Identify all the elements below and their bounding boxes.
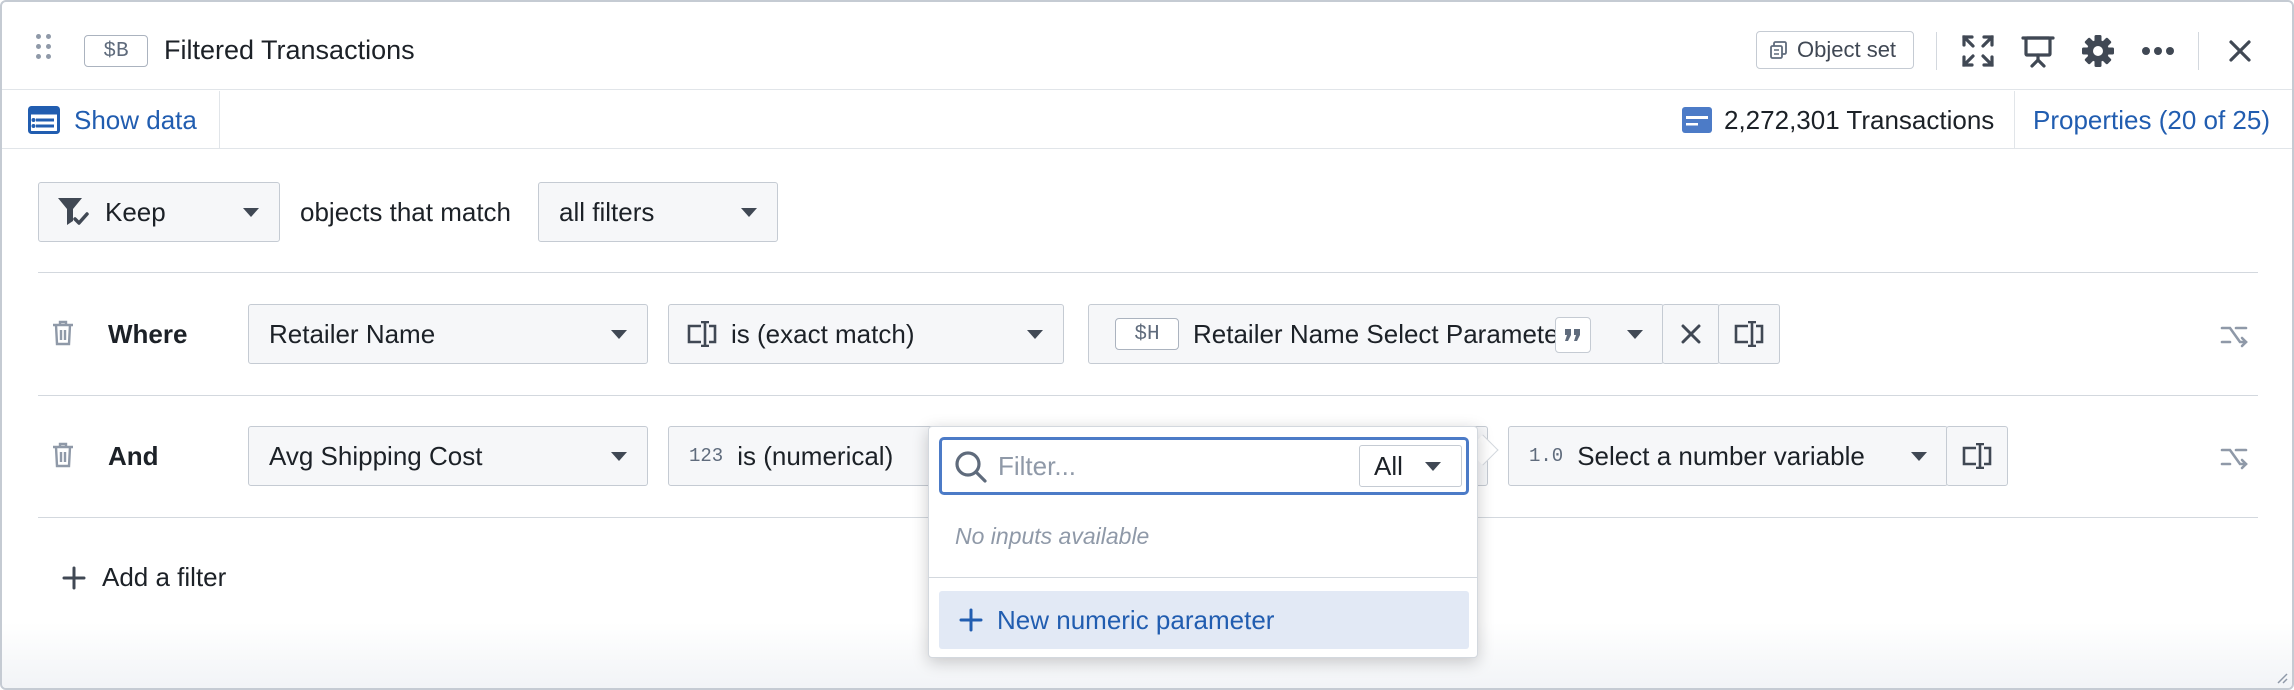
widget-header: $B Filtered Transactions Object set	[2, 2, 2292, 90]
object-set-label: Object set	[1797, 37, 1897, 62]
match-text: objects that match	[300, 197, 511, 227]
property-label: Retailer Name	[269, 318, 436, 349]
chevron-down-icon	[611, 330, 627, 339]
switch-to-text-input-button[interactable]	[1718, 304, 1780, 364]
number-variable-dropdown[interactable]: 1.0 Select a number variable	[1508, 426, 1948, 486]
resize-handle-icon[interactable]	[2276, 672, 2288, 684]
empty-state-text: No inputs available	[955, 523, 1150, 549]
number-type-icon: 1.0	[1529, 445, 1564, 467]
value-parameter-label: Retailer Name Select Parameter	[1193, 318, 1568, 349]
trash-icon[interactable]	[52, 320, 74, 346]
match-mode-label: all filters	[559, 196, 655, 227]
scope-dropdown[interactable]: All	[1359, 445, 1462, 487]
parameter-popover: All No inputs available New numeric para…	[928, 426, 1478, 658]
chevron-down-icon	[243, 208, 259, 217]
search-icon	[955, 451, 987, 483]
quote-icon	[1555, 317, 1591, 353]
properties-link[interactable]: Properties (20 of 25)	[2033, 91, 2270, 149]
numeric-type-icon: 123	[689, 445, 724, 467]
match-mode-dropdown[interactable]: all filters	[538, 182, 778, 242]
close-icon[interactable]	[2220, 32, 2260, 70]
object-count-label: 2,272,301 Transactions	[1724, 104, 1995, 135]
property-dropdown[interactable]: Retailer Name	[248, 304, 648, 364]
divider	[38, 272, 2258, 273]
switch-to-number-input-button[interactable]	[1946, 426, 2008, 486]
variable-tag: $H	[1115, 318, 1179, 350]
add-filter-label: Add a filter	[102, 562, 227, 592]
text-cursor-icon	[687, 321, 717, 347]
operator-dropdown[interactable]: is (exact match)	[668, 304, 1064, 364]
filter-keep-icon	[58, 198, 89, 225]
close-icon	[1681, 324, 1701, 344]
text-cursor-icon	[1734, 321, 1764, 347]
operator-label: is (numerical)	[737, 440, 894, 471]
table-icon	[28, 106, 60, 134]
more-icon[interactable]	[2138, 32, 2178, 70]
scope-label: All	[1374, 450, 1403, 481]
plus-icon	[959, 608, 983, 632]
object-count: 2,272,301 Transactions	[1682, 91, 1994, 149]
header-divider	[1936, 32, 1937, 70]
text-cursor-icon	[1962, 443, 1992, 469]
object-set-button[interactable]: Object set	[1756, 31, 1914, 69]
new-numeric-parameter-label: New numeric parameter	[997, 604, 1275, 635]
operator-label: is (exact match)	[731, 318, 915, 349]
widget-toolbar: Show data 2,272,301 Transactions Propert…	[2, 91, 2292, 149]
property-dropdown[interactable]: Avg Shipping Cost	[248, 426, 648, 486]
object-set-icon	[1770, 41, 1787, 59]
credit-card-icon	[1682, 107, 1712, 133]
filter-conjunction: And	[108, 441, 159, 471]
chevron-down-icon	[1627, 330, 1643, 339]
keep-label: Keep	[105, 196, 166, 227]
divider	[929, 577, 1477, 578]
clear-value-button[interactable]	[1662, 304, 1720, 364]
show-data-label: Show data	[74, 104, 197, 135]
filter-conjunction: Where	[108, 319, 188, 349]
value-parameter-dropdown[interactable]: $H Retailer Name Select Parameter	[1088, 304, 1664, 364]
property-label: Avg Shipping Cost	[269, 440, 483, 471]
trash-icon[interactable]	[52, 442, 74, 468]
chevron-down-icon	[741, 208, 757, 217]
chevron-down-icon	[1425, 462, 1441, 471]
add-filter-button[interactable]: Add a filter	[62, 562, 226, 593]
divider	[38, 395, 2258, 396]
shuffle-icon[interactable]	[2220, 322, 2250, 348]
drag-handle-icon[interactable]	[36, 34, 56, 66]
chevron-down-icon	[611, 452, 627, 461]
new-numeric-parameter-button[interactable]: New numeric parameter	[939, 591, 1469, 649]
show-data-button[interactable]: Show data	[2, 91, 220, 149]
chevron-down-icon	[1911, 452, 1927, 461]
shuffle-icon[interactable]	[2220, 444, 2250, 470]
keep-dropdown[interactable]: Keep	[38, 182, 280, 242]
fullscreen-icon[interactable]	[1958, 32, 1998, 70]
header-divider	[2198, 32, 2199, 70]
number-variable-label: Select a number variable	[1577, 440, 1865, 471]
plus-icon	[62, 566, 86, 589]
widget-frame: $B Filtered Transactions Object set Show…	[0, 0, 2294, 690]
widget-title[interactable]: Filtered Transactions	[164, 30, 415, 70]
presentation-icon[interactable]	[2018, 32, 2058, 70]
variable-tag: $B	[84, 35, 148, 67]
filter-input[interactable]	[998, 446, 1298, 486]
filter-input-group: All	[939, 437, 1469, 495]
chevron-down-icon	[1027, 330, 1043, 339]
toolbar-divider	[2014, 91, 2015, 149]
gear-icon[interactable]	[2078, 32, 2118, 70]
